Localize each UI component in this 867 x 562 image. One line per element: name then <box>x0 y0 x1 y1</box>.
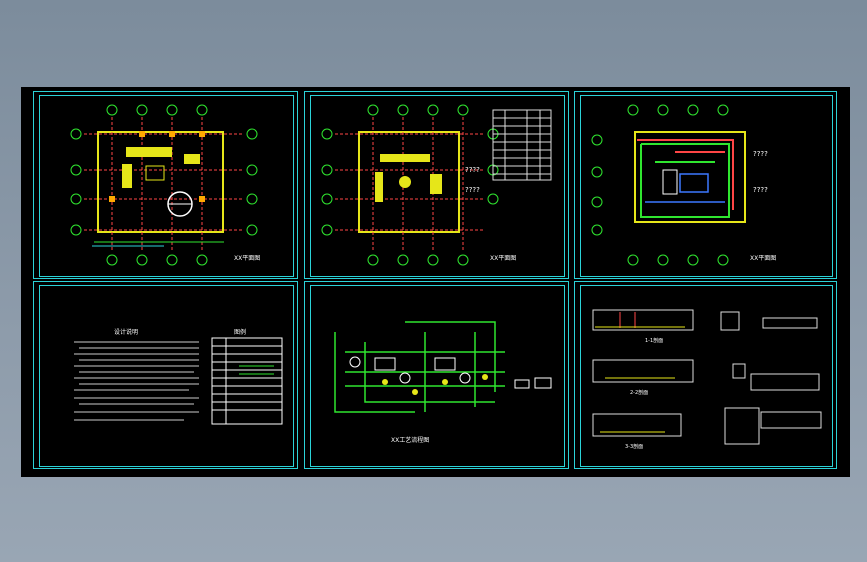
legend-title: 图例 <box>234 328 246 336</box>
note-3: ???? <box>753 150 768 158</box>
piping-plan-drawing: ???? ???? XX平面图 <box>591 104 776 266</box>
panel-notes[interactable]: 设计说明 图例 <box>33 281 298 469</box>
panel-floor-plan-1[interactable]: XX平面图 <box>33 91 298 279</box>
section-label-1: 1-1剖面 <box>645 337 663 344</box>
system-title: XX工艺流程图 <box>391 436 429 444</box>
drawing-sheet: XX平面图 ???? ???? XX平面图 ???? ???? XX平面图 设计… <box>21 87 850 477</box>
floor-plan-drawing: XX平面图 <box>70 104 260 266</box>
panel-3-title: XX平面图 <box>750 255 776 262</box>
notes-title: 设计说明 <box>114 328 138 336</box>
sections-drawing: 1-1剖面 2-2剖面 3-3剖面 <box>592 309 822 450</box>
note-2: ???? <box>465 186 480 194</box>
notes-drawing: 设计说明 图例 <box>74 328 283 425</box>
note-4: ???? <box>753 186 768 194</box>
panel-piping-plan[interactable]: ???? ???? XX平面图 <box>574 91 837 279</box>
panel-sections[interactable]: 1-1剖面 2-2剖面 3-3剖面 <box>574 281 837 469</box>
section-label-3: 3-3剖面 <box>625 443 643 450</box>
section-label-2: 2-2剖面 <box>630 389 648 396</box>
floor-plan-drawing-2: ???? ???? XX平面图 <box>321 104 552 266</box>
note-1: ???? <box>465 166 480 174</box>
system-diagram-drawing: XX工艺流程图 <box>334 321 552 444</box>
panel-2-title: XX平面图 <box>490 255 516 262</box>
panel-1-title: XX平面图 <box>234 255 260 262</box>
panel-floor-plan-2[interactable]: ???? ???? XX平面图 <box>304 91 569 279</box>
panel-system-diagram[interactable]: XX工艺流程图 <box>304 281 569 469</box>
